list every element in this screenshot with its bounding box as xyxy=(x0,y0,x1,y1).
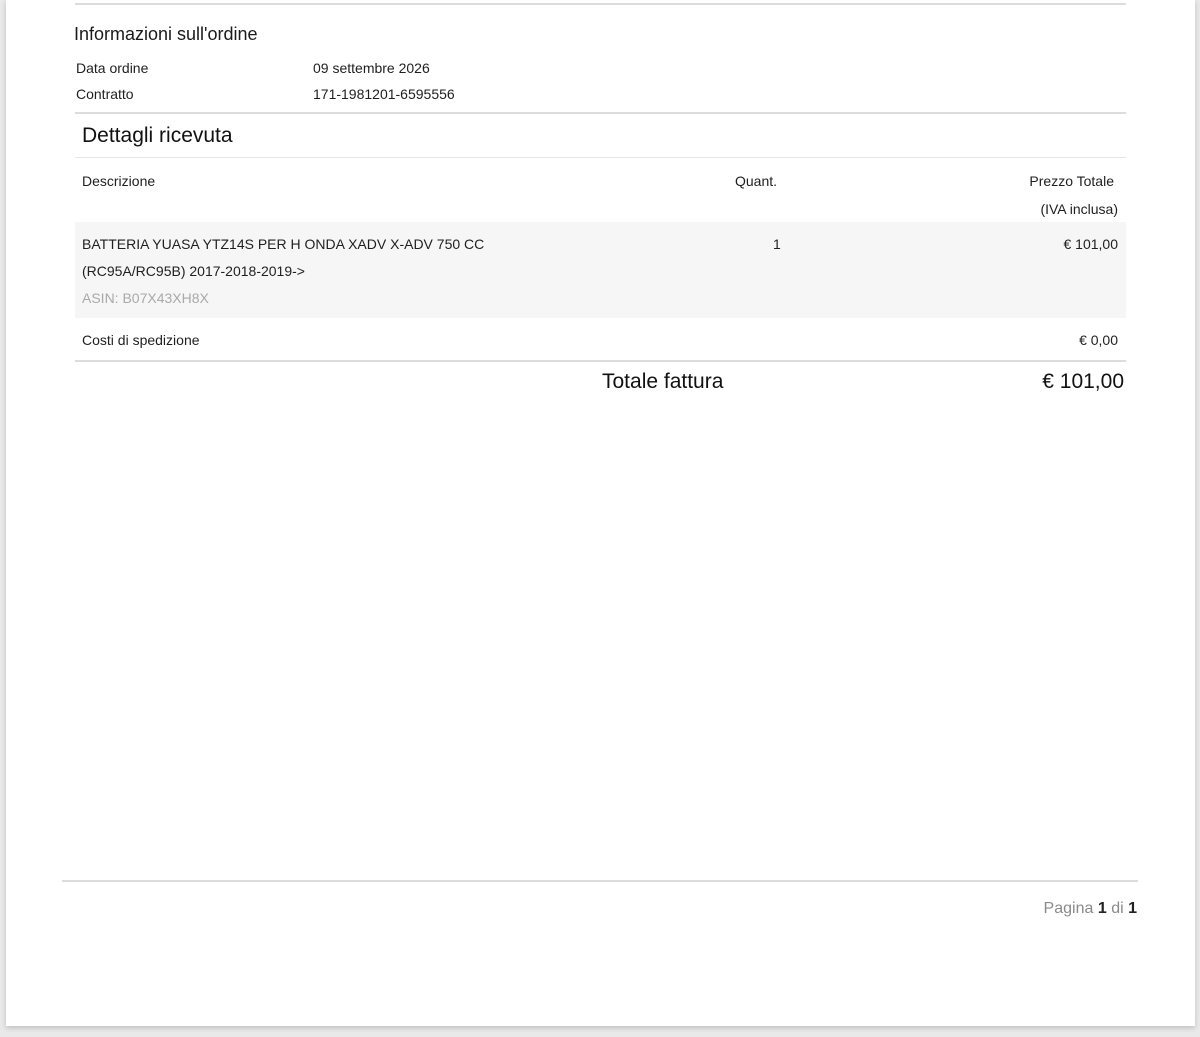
item-description-line2: (RC95A/RC95B) 2017-2018-2019-> xyxy=(82,263,305,279)
shipping-value: € 0,00 xyxy=(1079,332,1118,348)
total-divider xyxy=(75,360,1126,362)
order-date-label: Data ordine xyxy=(76,60,149,76)
order-info-title: Informazioni sull'ordine xyxy=(74,24,258,44)
pager-total: 1 xyxy=(1128,900,1137,917)
header-description: Descrizione xyxy=(82,173,156,189)
contract-value: 171-1981201-6595556 xyxy=(313,86,455,102)
pager-prefix: Pagina xyxy=(1043,900,1094,917)
header-total-price-note: (IVA inclusa) xyxy=(1040,201,1118,217)
receipt-title: Dettagli ricevuta xyxy=(82,124,233,147)
shipping-label: Costi di spedizione xyxy=(82,332,200,348)
invoice-total-label: Totale fattura xyxy=(602,370,724,393)
order-info-divider xyxy=(75,112,1126,114)
receipt-title-divider xyxy=(75,157,1126,158)
header-quantity: Quant. xyxy=(735,173,778,189)
top-divider xyxy=(75,3,1126,5)
item-asin: ASIN: B07X43XH8X xyxy=(82,290,209,306)
invoice-total-value: € 101,00 xyxy=(1042,370,1124,393)
page-indicator: Pagina 1 di 1 xyxy=(1044,900,1137,918)
pager-mid: di xyxy=(1111,900,1124,917)
footer-divider xyxy=(62,880,1138,882)
item-price: € 101,00 xyxy=(1063,236,1119,252)
document-page: Informazioni sull'ordine Data ordine 09 … xyxy=(6,0,1195,1026)
header-total-price: Prezzo Totale xyxy=(1029,173,1114,189)
item-description-line1: BATTERIA YUASA YTZ14S PER H ONDA XADV X-… xyxy=(82,236,485,252)
contract-label: Contratto xyxy=(76,86,134,102)
item-quantity: 1 xyxy=(773,236,781,252)
pager-current: 1 xyxy=(1097,900,1107,917)
order-date-value: 09 settembre 2026 xyxy=(313,60,430,76)
